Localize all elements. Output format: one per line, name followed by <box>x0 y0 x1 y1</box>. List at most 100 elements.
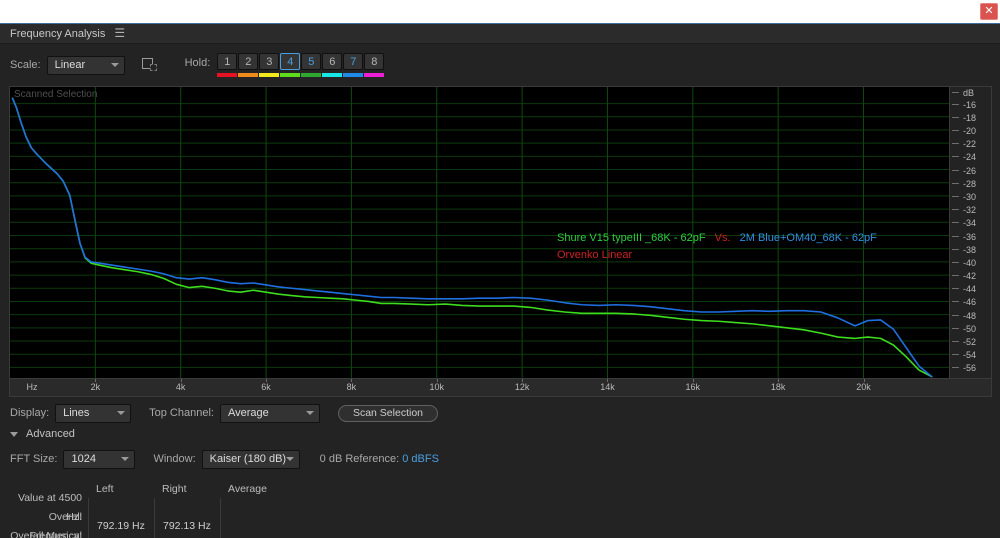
legend-series-green: Shure V15 typeIII _68K - 62pF <box>557 232 706 244</box>
x-tick-2k: 2k <box>90 382 101 392</box>
hold-button-5[interactable]: 5 <box>301 53 322 70</box>
panel-menu-icon[interactable]: ☰ <box>114 27 125 39</box>
scanned-selection-label: Scanned Selection <box>14 89 98 100</box>
results-table: Left Right Average Value at 4500 Hz: Over… <box>0 479 1000 538</box>
advanced-label: Advanced <box>26 428 75 440</box>
legend-line-2: Orvenko Linear <box>557 247 877 264</box>
chevron-down-icon <box>285 457 294 461</box>
chart-x-axis: Hz 2k 4k 6k 8k 10k 12k 14k 16k 18k 20k <box>9 379 992 397</box>
cell-left <box>88 498 154 517</box>
hold-swatch-2 <box>238 73 259 77</box>
window-label: Window: <box>153 453 196 465</box>
legend-note: Orvenko Linear <box>557 249 633 261</box>
legend-line-1: Shure V15 typeIII _68K - 62pF Vs. 2M Blu… <box>557 230 877 247</box>
hold-button-1[interactable]: 1 <box>217 53 238 70</box>
hold-button-8[interactable]: 8 <box>364 53 385 70</box>
top-channel-value: Average <box>227 407 269 419</box>
hold-swatch-6 <box>322 73 343 77</box>
x-tick-6k: 6k <box>261 382 271 392</box>
frequency-analysis-window: Frequency Analysis ☰ Scale: Linear Hold:… <box>0 23 1000 538</box>
app-root: ✕ Frequency Analysis ☰ Scale: Linear Hol… <box>0 0 1000 538</box>
x-tick-14k: 14k <box>600 382 615 392</box>
hold-swatch-4 <box>280 73 301 77</box>
chart-y-axis: dB -16 -18 -20 -22 -24 -26 -28 -30 -32 -34 -36 -38 -4… <box>949 87 991 378</box>
hold-swatch-8 <box>364 73 385 77</box>
fft-row: FFT Size: 1024 Window: Kaiser (180 dB) 0… <box>0 448 1000 470</box>
hold-buttons: 12345678 <box>217 53 385 77</box>
hold-button-6[interactable]: 6 <box>322 53 343 70</box>
chevron-down-icon[interactable] <box>10 431 18 437</box>
cell-left: 792.19 Hz <box>88 517 154 536</box>
x-tickmark-2k <box>95 379 97 382</box>
hold-swatch-7 <box>343 73 364 77</box>
hold-button-2[interactable]: 2 <box>238 53 259 70</box>
toolbar-row: Scale: Linear Hold: 12345678 <box>10 53 1000 77</box>
close-icon[interactable]: ✕ <box>980 3 998 20</box>
x-tickmark-12k <box>522 379 524 382</box>
chevron-down-icon <box>117 411 126 415</box>
scale-value: Linear <box>54 59 86 71</box>
x-tickmark-8k <box>351 379 353 382</box>
hold-item-1: 1 <box>217 53 238 77</box>
scan-selection-button[interactable]: Scan Selection <box>337 404 438 422</box>
fft-size-select[interactable]: 1024 <box>63 449 136 469</box>
chevron-down-icon <box>110 63 119 67</box>
cell-average <box>220 498 1000 517</box>
copy-icon[interactable] <box>141 56 163 74</box>
x-tick-18k: 18k <box>770 382 786 392</box>
hold-button-7[interactable]: 7 <box>343 53 364 70</box>
table-row: Value at 4500 Hz: <box>0 492 1000 523</box>
hold-item-2: 2 <box>238 53 259 77</box>
page-title: Frequency Analysis <box>10 27 106 40</box>
frequency-chart[interactable]: Scanned Selection Shure V15 typeIII _68K… <box>9 86 992 379</box>
top-channel-select[interactable]: Average <box>219 403 320 423</box>
scale-label: Scale: <box>10 59 41 71</box>
legend-series-blue: 2M Blue+OM40_68K - 62pF <box>739 232 877 244</box>
panel-title-bar: Frequency Analysis ☰ <box>0 24 1000 44</box>
x-tick-12k: 12k <box>514 382 530 392</box>
copy-icon-back <box>149 64 157 71</box>
hold-item-7: 7 <box>343 53 364 77</box>
hold-item-4: 4 <box>280 53 301 77</box>
fft-size-label: FFT Size: <box>10 453 58 465</box>
hold-label: Hold: <box>184 57 211 69</box>
table-row: Overall Frequency: 792.19 Hz 792.13 Hz <box>0 511 1000 538</box>
chart-plot-area[interactable]: Scanned Selection Shure V15 typeIII _68K… <box>10 87 951 378</box>
cell-average <box>220 517 1000 536</box>
window-value: Kaiser (180 dB) <box>209 453 287 465</box>
table-body: Value at 4500 Hz: Overall Frequency: 792.1… <box>0 492 1000 538</box>
x-tick-Hz: Hz <box>26 382 38 392</box>
x-tickmark-16k <box>692 379 694 382</box>
x-tick-16k: 16k <box>685 382 701 392</box>
hold-swatch-5 <box>301 73 322 77</box>
chevron-down-icon <box>305 411 314 415</box>
cell-right <box>154 498 220 517</box>
column-header-average: Average <box>228 482 267 495</box>
x-tickmark-20k <box>863 379 865 382</box>
chart-legend: Shure V15 typeIII _68K - 62pF Vs. 2M Blu… <box>557 230 877 264</box>
x-tickmark-18k <box>778 379 780 382</box>
hold-button-3[interactable]: 3 <box>259 53 280 70</box>
x-tick-20k: 20k <box>856 382 871 392</box>
controls-area: Display: Lines Top Channel: Average Scan… <box>0 402 1000 470</box>
display-select[interactable]: Lines <box>55 403 132 423</box>
hold-button-4[interactable]: 4 <box>280 53 301 70</box>
hold-item-8: 8 <box>364 53 385 77</box>
table-header: Left Right Average <box>0 479 1000 498</box>
hold-group: Hold: 12345678 <box>185 53 385 77</box>
scale-select[interactable]: Linear <box>46 55 125 75</box>
advanced-toggle-row[interactable]: Advanced <box>0 424 1000 444</box>
x-tickmark-10k <box>436 379 438 382</box>
window-select[interactable]: Kaiser (180 dB) <box>201 449 300 469</box>
x-tick-10k: 10k <box>429 382 445 392</box>
desktop-background: ✕ <box>0 0 1000 23</box>
hold-item-5: 5 <box>301 53 322 77</box>
display-row: Display: Lines Top Channel: Average Scan… <box>0 402 1000 424</box>
y-tick--56: -56 <box>950 363 992 377</box>
top-channel-label: Top Channel: <box>149 407 214 419</box>
x-tick-8k: 8k <box>346 382 357 392</box>
x-tickmark-14k <box>607 379 609 382</box>
hold-item-6: 6 <box>322 53 343 77</box>
reference-label-text: 0 dB Reference: <box>319 453 400 465</box>
fft-size-value: 1024 <box>71 453 96 465</box>
